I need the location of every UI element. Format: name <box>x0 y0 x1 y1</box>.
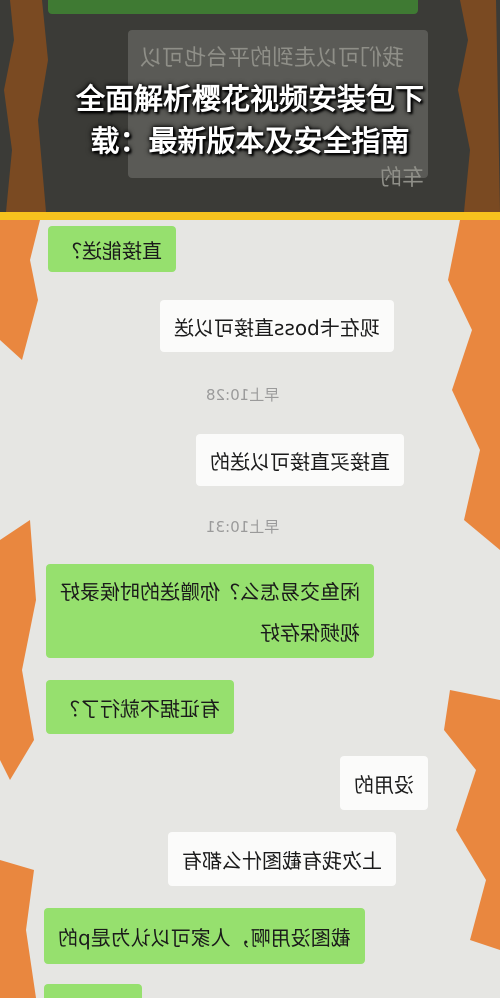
message-text: 没用的 <box>354 772 414 797</box>
background-green-bubble <box>48 0 418 14</box>
chat-area: 直接能送？ 现在卡boss直接可以送 早上10:28 直接买直接可以送的 早上1… <box>0 220 500 998</box>
timestamp: 早上10:28 <box>206 386 280 404</box>
message-text: 截图没用啊，人家可以认为是p的 <box>58 925 351 950</box>
chat-bubble-left-partial <box>44 984 142 998</box>
chat-bubble-right: 上次我有截图什么都有 <box>168 832 396 886</box>
orange-scribble-bottom-right <box>444 690 500 950</box>
orange-scribble-bottom-left <box>0 860 36 998</box>
message-text: 直接能送？ <box>62 238 162 263</box>
screenshot: 我们可以走到的平台也可以 车的 全面解析樱花视频安装包下 载：最新版本及安全指南 <box>0 0 500 998</box>
message-text: 直接买直接可以送的 <box>210 449 390 474</box>
page-title: 全面解析樱花视频安装包下 载：最新版本及安全指南 <box>0 78 500 162</box>
chat-bubble-left: 截图没用啊，人家可以认为是p的 <box>44 908 365 964</box>
orange-scribble-top-left <box>0 220 40 360</box>
chat-bubble-left: 闲鱼交易怎么？你赠送的时候录好 视频保存好 <box>46 564 374 658</box>
message-text: 视频保存好 <box>260 621 360 645</box>
title-line-2: 载：最新版本及安全指南 <box>90 124 410 158</box>
message-text: 上次我有截图什么都有 <box>182 848 382 873</box>
orange-scribble-mid-left <box>0 520 36 780</box>
chat-bubble-right: 没用的 <box>340 756 428 810</box>
timestamp: 早上10:31 <box>206 518 280 536</box>
chat-bubble-left: 直接能送？ <box>48 226 176 272</box>
chat-bubble-left: 有证据不就行了？ <box>46 680 234 734</box>
background-chat-text: 车的 <box>380 166 425 191</box>
background-chat-text: 我们可以走到的平台也可以 <box>140 46 405 71</box>
message-text: 闲鱼交易怎么？你赠送的时候录好 <box>60 580 360 604</box>
chat-bubble-right: 现在卡boss直接可以送 <box>160 300 394 352</box>
chat-bubble-right: 直接买直接可以送的 <box>196 434 404 486</box>
orange-scribble-top-right <box>448 220 500 550</box>
message-text: 有证据不就行了？ <box>60 696 220 721</box>
message-text: 现在卡boss直接可以送 <box>174 315 380 340</box>
accent-divider <box>0 212 500 220</box>
title-line-1: 全面解析樱花视频安装包下 <box>75 82 424 116</box>
header-band: 我们可以走到的平台也可以 车的 全面解析樱花视频安装包下 载：最新版本及安全指南 <box>0 0 500 212</box>
